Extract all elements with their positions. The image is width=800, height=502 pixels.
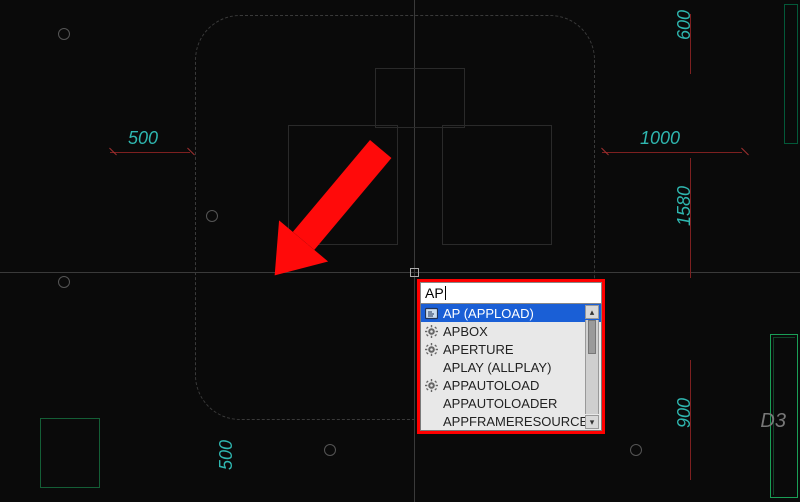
scrollbar-track[interactable] xyxy=(585,320,599,414)
none xyxy=(425,415,438,428)
command-input[interactable]: AP xyxy=(420,282,602,304)
gear-icon xyxy=(425,325,438,338)
inner-rect-top xyxy=(375,68,465,128)
suggestion-item[interactable]: APPAUTOLOAD xyxy=(421,376,601,394)
inner-rect-right xyxy=(442,125,552,245)
dim-tick xyxy=(741,148,749,156)
suggestion-label: APPAUTOLOAD xyxy=(443,378,539,393)
suggestion-item[interactable]: APLAY (ALLPLAY) xyxy=(421,358,601,376)
drill-mark xyxy=(206,210,218,222)
suggestion-item[interactable]: APPAUTOLOADER xyxy=(421,394,601,412)
dim-line xyxy=(110,152,190,153)
dim-line xyxy=(602,152,742,153)
suggestion-label: AP (APPLOAD) xyxy=(443,306,534,321)
lisp-icon xyxy=(425,307,438,320)
gear-icon xyxy=(425,343,438,356)
scrollbar-thumb[interactable] xyxy=(588,320,596,354)
suggestion-item[interactable]: APBOX xyxy=(421,322,601,340)
text-caret xyxy=(445,286,446,300)
drill-mark xyxy=(58,28,70,40)
suggestion-label: APBOX xyxy=(443,324,488,339)
drill-mark xyxy=(324,444,336,456)
dimension-text: 1000 xyxy=(640,128,680,149)
command-suggestion-list: ▴ ▾ AP (APPLOAD) APBOX APERTURE APLAY (ALLP… xyxy=(420,304,602,431)
suggestion-label: APLAY (ALLPLAY) xyxy=(443,360,551,375)
suggestion-label: APERTURE xyxy=(443,342,514,357)
suggestion-label: APPFRAMERESOURCES xyxy=(443,414,597,429)
drill-mark xyxy=(58,276,70,288)
drill-mark xyxy=(630,444,642,456)
dimension-text: 500 xyxy=(128,128,158,149)
suggestion-label: APPAUTOLOADER xyxy=(443,396,557,411)
scroll-down-button[interactable]: ▾ xyxy=(585,415,599,429)
suggestion-item[interactable]: APERTURE xyxy=(421,340,601,358)
grid-label: D3 xyxy=(760,410,786,433)
none xyxy=(425,397,438,410)
left-bottom-box xyxy=(40,418,100,488)
suggestion-item[interactable]: AP (APPLOAD) xyxy=(421,304,601,322)
gear-icon xyxy=(425,379,438,392)
suggestion-item[interactable]: APPFRAMERESOURCES xyxy=(421,412,601,430)
edge-strip-top-right xyxy=(784,4,798,144)
dimension-text: 1580 xyxy=(674,186,695,226)
none xyxy=(425,361,438,374)
cad-canvas[interactable]: 500 1000 600 1580 900 500 D3 xyxy=(0,0,800,502)
scroll-up-button[interactable]: ▴ xyxy=(585,305,599,319)
command-input-value: AP xyxy=(425,285,444,301)
dimension-text: 600 xyxy=(674,10,695,40)
dimension-text: 500 xyxy=(216,440,237,470)
dimension-text: 900 xyxy=(674,398,695,428)
command-autocomplete: AP ▴ ▾ AP (APPLOAD) APBOX APERTURE APLAY (A… xyxy=(420,282,602,431)
